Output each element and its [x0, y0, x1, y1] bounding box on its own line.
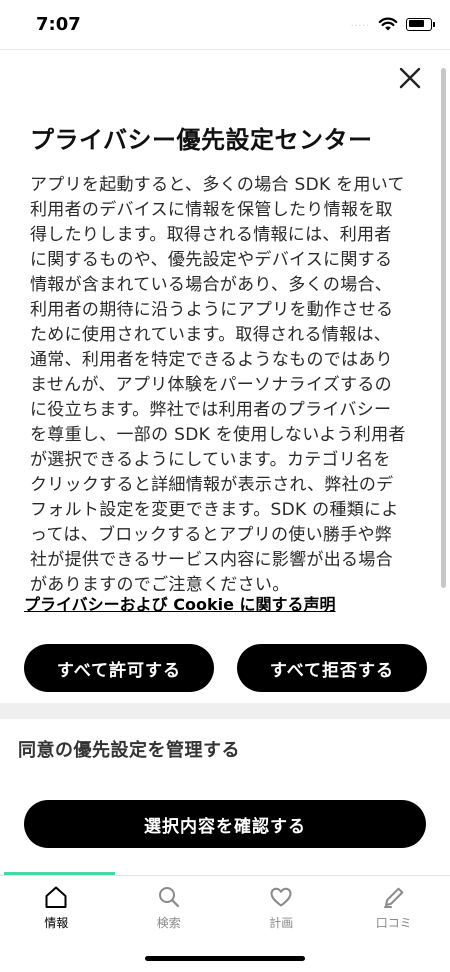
search-icon: [158, 887, 179, 908]
description-line: を尊重し、一部の SDK を使用しないよう利用者: [30, 425, 406, 445]
status-icons: .....: [350, 16, 435, 32]
description-line: に関するものや、優先設定やデバイスに関する: [30, 250, 393, 270]
description-line: アプリを起動すると、多くの場合 SDK を用いて: [30, 175, 405, 195]
tab-label: 情報: [44, 916, 69, 930]
description-line: ませんが、アプリ体験をパーソナライズするの: [30, 375, 392, 395]
description-line: に役立ちます。弊社では利用者のプライバシー: [30, 400, 392, 420]
home-indicator[interactable]: [145, 956, 305, 961]
privacy-policy-link[interactable]: プライバシーおよび Cookie に関する声明: [24, 591, 336, 615]
reject-all-button[interactable]: すべて拒否する: [237, 644, 427, 692]
tab-bar: 情報 検索 計画 口コミ: [0, 876, 450, 936]
status-bar: 7:07 .....: [0, 0, 450, 50]
description-line: 利用者のデバイスに情報を保管したり情報を取: [30, 200, 393, 220]
description-line: 通常、利用者を特定できるようなものではあり: [30, 350, 393, 370]
home-icon: [45, 886, 67, 908]
description-line: 利用者の期待に沿うようにアプリを動作させる: [30, 300, 394, 320]
heart-icon: [270, 887, 292, 907]
description-line: っては、ブロックするとアプリの使い勝手や弊: [30, 525, 393, 545]
tab-label: 口コミ: [375, 916, 412, 930]
wifi-icon: [378, 17, 398, 30]
description-line: が選択できるようにしています。カテゴリ名を: [30, 450, 391, 470]
description-line: 情報が含まれている場合があり、多くの場合、: [30, 275, 393, 295]
allow-all-button[interactable]: すべて許可する: [24, 644, 214, 692]
confirm-choices-button[interactable]: 選択内容を確認する: [24, 800, 426, 848]
description-line: 得したりします。取得される情報には、利用者: [30, 225, 392, 245]
description-line: 社が提供できるサービス内容に影響が出る場合: [30, 550, 393, 570]
tab-label: 計画: [269, 916, 294, 930]
close-icon[interactable]: [396, 64, 424, 92]
description-line: フォルト設定を変更できます。SDK の種類によ: [30, 500, 399, 520]
description-line: ために使用されています。取得される情報は、: [30, 325, 392, 345]
scrollbar[interactable]: [441, 68, 446, 588]
description-text: アプリを起動すると、多くの場合 SDK を用いて 利用者のデバイスに情報を保管し…: [30, 173, 422, 598]
manage-preferences-heading: 同意の優先設定を管理する: [18, 740, 240, 761]
status-time: 7:07: [36, 14, 81, 35]
signal-icon: .....: [350, 19, 370, 29]
section-divider: [0, 703, 450, 719]
description-line: クリックすると詳細情報が表示され、弊社のデ: [30, 475, 394, 495]
battery-icon: [406, 17, 435, 31]
tab-info[interactable]: 情報: [0, 876, 113, 936]
tab-plan[interactable]: 計画: [225, 876, 338, 936]
tab-search[interactable]: 検索: [113, 876, 226, 936]
tab-reviews[interactable]: 口コミ: [338, 876, 450, 936]
pencil-icon: [383, 887, 404, 908]
tab-label: 検索: [156, 916, 181, 930]
page-title: プライバシー優先設定センター: [30, 126, 373, 154]
